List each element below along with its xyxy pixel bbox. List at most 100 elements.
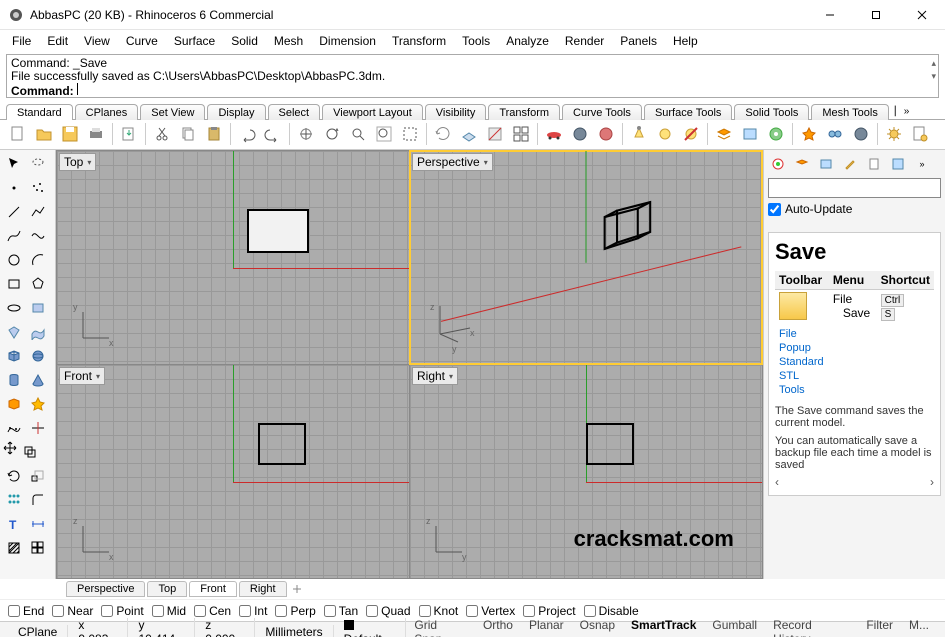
command-area[interactable]: Command: _Save File successfully saved a…: [6, 54, 939, 98]
menu-render[interactable]: Render: [559, 32, 610, 50]
toggle-ortho[interactable]: Ortho: [475, 618, 521, 637]
save-icon[interactable]: [58, 122, 82, 146]
tab-curve-tools[interactable]: Curve Tools: [562, 104, 642, 120]
menu-dimension[interactable]: Dimension: [313, 32, 382, 50]
copy-tool-icon[interactable]: [18, 440, 42, 464]
osnap-tan[interactable]: Tan: [324, 604, 358, 618]
toggle-planar[interactable]: Planar: [521, 618, 572, 637]
viewport-top[interactable]: Top▾ x y: [57, 151, 409, 364]
lasso-icon[interactable]: [26, 152, 50, 176]
display-panel-icon[interactable]: [816, 154, 836, 174]
rotate-view-icon[interactable]: [320, 122, 344, 146]
polygon-icon[interactable]: [26, 272, 50, 296]
undo-view-icon[interactable]: [431, 122, 455, 146]
chevron-down-icon[interactable]: ▾: [87, 158, 91, 167]
spotlight-icon[interactable]: [627, 122, 651, 146]
scale-icon[interactable]: [26, 464, 50, 488]
menu-analyze[interactable]: Analyze: [500, 32, 555, 50]
layers-panel-icon[interactable]: [792, 154, 812, 174]
notes-panel-icon[interactable]: [864, 154, 884, 174]
tab-transform[interactable]: Transform: [488, 104, 560, 120]
trim-icon[interactable]: [849, 122, 873, 146]
surface-icon[interactable]: [26, 296, 50, 320]
osnap-perp[interactable]: Perp: [275, 604, 315, 618]
render-icon[interactable]: [594, 122, 618, 146]
group-icon[interactable]: [26, 536, 50, 560]
osnap-cen[interactable]: Cen: [194, 604, 231, 618]
menu-edit[interactable]: Edit: [41, 32, 74, 50]
zoom-extents-icon[interactable]: [372, 122, 396, 146]
link-stl[interactable]: STL: [779, 369, 930, 383]
auto-update-checkbox[interactable]: Auto-Update: [768, 202, 941, 216]
osnap-knot[interactable]: Knot: [419, 604, 459, 618]
osnap-mid[interactable]: Mid: [152, 604, 186, 618]
undo-icon[interactable]: [235, 122, 259, 146]
explode-icon[interactable]: [797, 122, 821, 146]
arc-icon[interactable]: [26, 248, 50, 272]
tab-surface-tools[interactable]: Surface Tools: [644, 104, 732, 120]
link-tools[interactable]: Tools: [779, 383, 930, 397]
osnap-near[interactable]: Near: [52, 604, 93, 618]
circle-icon[interactable]: [2, 248, 26, 272]
rotate-icon[interactable]: [2, 464, 26, 488]
rectangle-icon[interactable]: [2, 272, 26, 296]
viewport-label-perspective[interactable]: Perspective▾: [412, 153, 493, 171]
pointer-icon[interactable]: [2, 152, 26, 176]
curve-icon[interactable]: [2, 224, 26, 248]
vptab-perspective[interactable]: Perspective: [66, 581, 145, 597]
new-icon[interactable]: [6, 122, 30, 146]
cylinder-icon[interactable]: [2, 368, 26, 392]
cone-icon[interactable]: [26, 368, 50, 392]
redo-icon[interactable]: [261, 122, 285, 146]
tab-standard[interactable]: Standard: [6, 104, 73, 120]
help-panel-icon[interactable]: [888, 154, 908, 174]
toggle-record-history[interactable]: Record History: [765, 618, 858, 637]
layer-state-icon[interactable]: [738, 122, 762, 146]
viewport-front[interactable]: Front▾ x z: [57, 365, 409, 578]
maximize-button[interactable]: [853, 0, 899, 29]
move-icon[interactable]: [2, 440, 18, 464]
toggle-gridsnap[interactable]: Grid Snap: [406, 618, 475, 637]
pencil-icon[interactable]: [840, 154, 860, 174]
toggle-gumball[interactable]: Gumball: [704, 618, 765, 637]
add-viewport-icon[interactable]: [289, 581, 305, 597]
ellipse-icon[interactable]: [2, 296, 26, 320]
close-button[interactable]: [899, 0, 945, 29]
link-popup[interactable]: Popup: [779, 341, 930, 355]
vptab-top[interactable]: Top: [147, 581, 187, 597]
status-cplane[interactable]: CPlane: [8, 625, 68, 637]
import-icon[interactable]: [117, 122, 141, 146]
menu-curve[interactable]: Curve: [120, 32, 164, 50]
menu-transform[interactable]: Transform: [386, 32, 452, 50]
viewport-label-top[interactable]: Top▾: [59, 153, 96, 171]
layers-icon[interactable]: [712, 122, 736, 146]
show-icon[interactable]: [653, 122, 677, 146]
status-units[interactable]: Millimeters: [255, 625, 333, 637]
properties-panel-icon[interactable]: [768, 154, 788, 174]
line-icon[interactable]: [2, 200, 26, 224]
text-icon[interactable]: T: [2, 512, 26, 536]
osnap-int[interactable]: Int: [239, 604, 267, 618]
paste-icon[interactable]: [202, 122, 226, 146]
viewport-label-right[interactable]: Right▾: [412, 367, 458, 385]
print-icon[interactable]: [84, 122, 108, 146]
explode-tool-icon[interactable]: [26, 392, 50, 416]
render-car-icon[interactable]: [542, 122, 566, 146]
tab-solid-tools[interactable]: Solid Tools: [734, 104, 809, 120]
toggle-smarttrack[interactable]: SmartTrack: [623, 618, 704, 637]
osnap-project[interactable]: Project: [523, 604, 575, 618]
osnap-vertex[interactable]: Vertex: [466, 604, 515, 618]
zoom-selected-icon[interactable]: [398, 122, 422, 146]
scroll-left-icon[interactable]: ‹: [775, 475, 779, 489]
chevron-down-icon[interactable]: ▾: [484, 158, 488, 167]
scroll-right-icon[interactable]: ›: [930, 475, 934, 489]
tab-display[interactable]: Display: [207, 104, 265, 120]
shade-icon[interactable]: [568, 122, 592, 146]
four-view-icon[interactable]: [509, 122, 533, 146]
panel-search-input[interactable]: [768, 178, 941, 198]
menu-surface[interactable]: Surface: [168, 32, 221, 50]
chevron-down-icon[interactable]: ▾: [449, 372, 453, 381]
cut-icon[interactable]: [150, 122, 174, 146]
menu-tools[interactable]: Tools: [456, 32, 496, 50]
mesh-box-icon[interactable]: [2, 392, 26, 416]
